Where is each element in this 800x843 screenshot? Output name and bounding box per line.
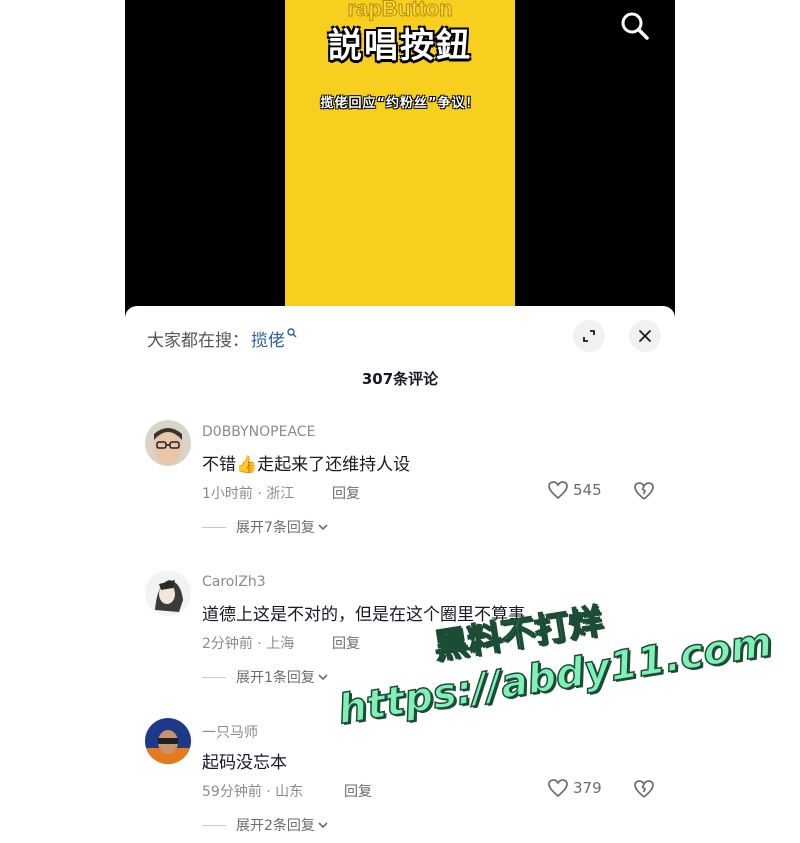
sheet-header: 大家都在搜： 揽佬 — [125, 306, 675, 364]
expand-replies[interactable]: 展开1条回复 — [202, 667, 329, 687]
avatar[interactable] — [145, 420, 191, 466]
expand-replies[interactable]: 展开2条回复 — [202, 815, 329, 835]
comment-meta: 2分钟前 · 上海 — [202, 636, 295, 652]
heart-icon — [548, 779, 568, 798]
broken-heart-icon — [634, 482, 654, 500]
expand-button[interactable] — [573, 320, 605, 352]
video-cover: rapButton 説唱按鈕 揽佬回应“约粉丝”争议！ — [285, 0, 515, 320]
expand-replies-label: 展开7条回复 — [236, 520, 315, 536]
comment-text: 不错👍走起来了还维持人设 — [202, 450, 410, 475]
comment-meta: 1小时前 · 浙江 — [202, 486, 295, 502]
expand-icon — [583, 330, 595, 342]
comment-count: 307条评论 — [361, 370, 439, 388]
chevron-down-icon — [318, 524, 328, 531]
dislike-button[interactable] — [633, 779, 655, 803]
comment-username[interactable]: D0BBYNOPEACE — [202, 424, 315, 440]
video-caption: 揽佬回应“约粉丝”争议！ — [320, 96, 480, 111]
dislike-button[interactable] — [633, 481, 655, 505]
reply-button[interactable]: 回复 — [332, 483, 360, 503]
close-button[interactable] — [629, 320, 661, 352]
reply-button[interactable]: 回复 — [344, 781, 372, 801]
comment-text-part: 走起来了还维持人设 — [257, 455, 411, 475]
expand-replies-label: 展开2条回复 — [236, 818, 315, 834]
video-player[interactable]: rapButton 説唱按鈕 揽佬回应“约粉丝”争议！ — [125, 0, 675, 320]
video-title: 説唱按鈕 — [328, 26, 472, 66]
like-button[interactable]: 379 — [547, 778, 602, 798]
comment-meta: 59分钟前 · 山东 — [202, 784, 304, 800]
heart-icon — [548, 481, 568, 500]
small-search-icon — [287, 328, 297, 341]
trending-prefix: 大家都在搜： — [147, 331, 249, 351]
like-count: 379 — [573, 779, 602, 797]
like-count: 545 — [573, 481, 602, 499]
divider — [202, 824, 226, 826]
broken-heart-icon — [634, 780, 654, 798]
trending-search[interactable]: 大家都在搜： 揽佬 — [147, 326, 297, 351]
expand-replies[interactable]: 展开7条回复 — [202, 517, 329, 537]
close-icon — [639, 330, 651, 342]
search-button[interactable] — [617, 8, 653, 44]
trending-keyword[interactable]: 揽佬 — [251, 326, 285, 351]
avatar[interactable] — [145, 718, 191, 764]
search-icon — [621, 12, 649, 40]
comment-sheet: 大家都在搜： 揽佬 307条评论 D0BBYNOPEACE 不错👍走起来了还维持… — [125, 306, 675, 843]
comment-username[interactable]: 一只马师 — [202, 722, 258, 742]
divider — [202, 526, 226, 528]
chevron-down-icon — [318, 674, 328, 681]
expand-replies-label: 展开1条回复 — [236, 670, 315, 686]
avatar[interactable] — [145, 570, 191, 616]
thumbs-up-emoji: 👍 — [236, 455, 258, 475]
reply-button[interactable]: 回复 — [332, 633, 360, 653]
chevron-down-icon — [318, 822, 328, 829]
like-button[interactable]: 545 — [547, 480, 602, 500]
comment-text: 起码没忘本 — [202, 753, 287, 773]
comment-text-part: 不错 — [202, 455, 236, 475]
divider — [202, 676, 226, 678]
comment-username[interactable]: CarolZh3 — [202, 574, 266, 590]
